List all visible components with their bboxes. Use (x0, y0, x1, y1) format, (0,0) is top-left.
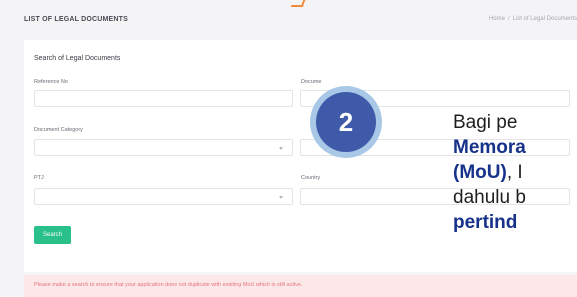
search-button[interactable]: Search (34, 226, 71, 244)
overlay-line-1: Bagi pe (453, 112, 518, 133)
chevron-down-icon (279, 196, 283, 199)
overlay-line-5: pertind (453, 212, 518, 233)
step-number-badge: 2 (316, 92, 376, 152)
country-label: Country (301, 175, 321, 181)
duplicate-warning-notice: Please make a search to ensure that your… (24, 275, 577, 297)
document-category-label: Document Category (34, 127, 83, 133)
breadcrumb: Home / List of Legal Documents (489, 16, 577, 22)
top-accent-mark (290, 0, 306, 7)
instruction-overlay-text: Bagi pe Memora (MoU), I dahulu b pertind (453, 110, 577, 235)
overlay-line-3-rest: , I (506, 162, 523, 183)
page-title: LIST OF LEGAL DOCUMENTS (24, 16, 129, 23)
document-label: Docume (301, 79, 322, 85)
search-card-title: Search of Legal Documents (34, 55, 121, 62)
document-category-select[interactable] (34, 139, 293, 156)
breadcrumb-separator: / (507, 16, 510, 22)
chevron-down-icon (279, 147, 283, 150)
ptj-label: PTJ (34, 175, 44, 181)
reference-no-input[interactable] (34, 90, 293, 107)
breadcrumb-current: List of Legal Documents (512, 16, 577, 22)
overlay-line-4: dahulu b (453, 187, 526, 208)
breadcrumb-home-link[interactable]: Home (489, 16, 505, 22)
overlay-line-2: Memora (453, 137, 526, 158)
reference-no-label: Reference No (34, 79, 68, 85)
ptj-select[interactable] (34, 188, 293, 205)
overlay-line-3-bold: (MoU) (453, 162, 507, 183)
